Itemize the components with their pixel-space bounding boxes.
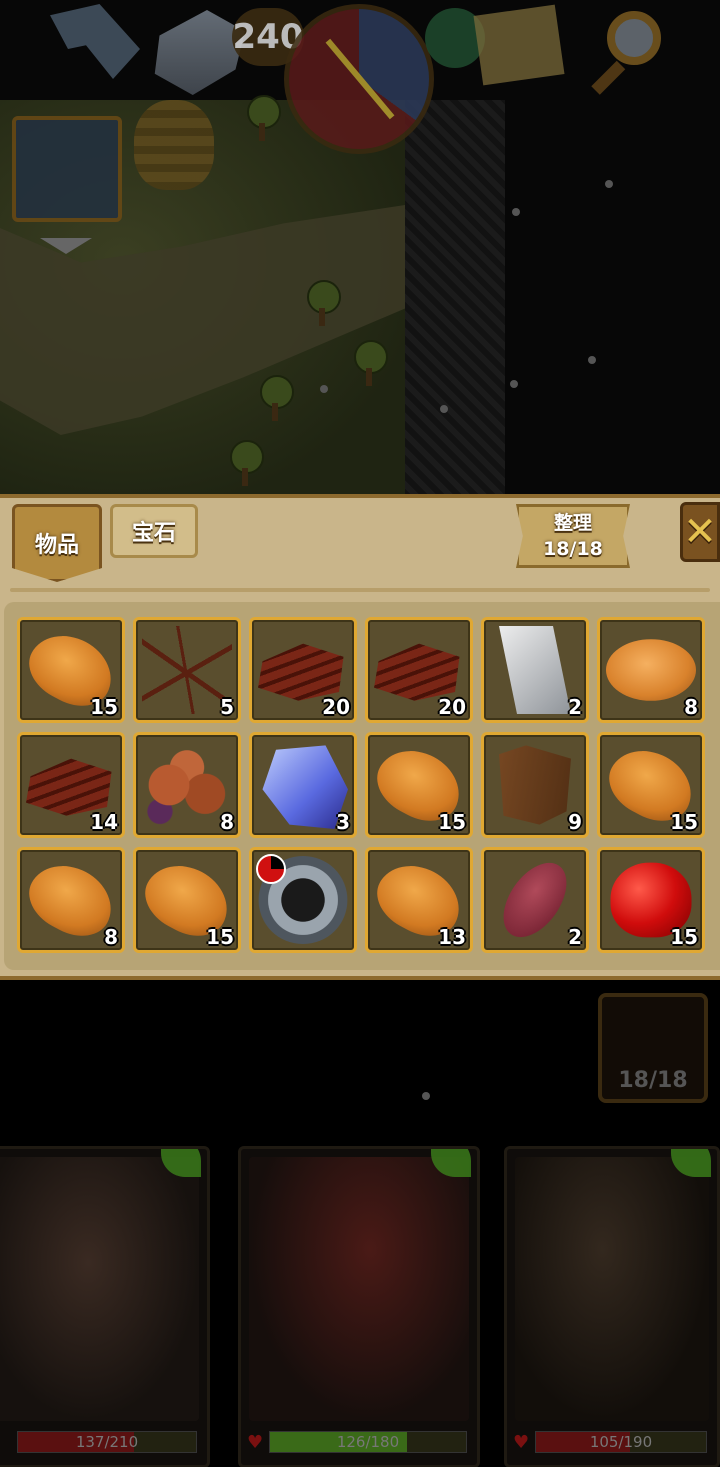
item-quantity: 15	[670, 925, 698, 949]
bird-icon[interactable]	[50, 4, 140, 79]
snowflake	[512, 208, 520, 216]
inventory-slot[interactable]: 2	[481, 617, 589, 723]
hammer-icon[interactable]	[154, 10, 245, 95]
item-quantity: 14	[90, 810, 118, 834]
item-quantity: 20	[322, 695, 350, 719]
party-leader-portrait[interactable]	[12, 116, 122, 222]
item-quantity: 20	[438, 695, 466, 719]
inventory-slot[interactable]: 8	[133, 732, 241, 838]
item-quantity: 15	[438, 810, 466, 834]
bag-button[interactable]: 18/18	[598, 993, 708, 1103]
rogue-portrait	[249, 1157, 469, 1421]
inventory-slot[interactable]: 9	[481, 732, 589, 838]
inventory-slot[interactable]: 8	[17, 847, 125, 953]
compass-needle	[325, 38, 395, 120]
warrior-portrait	[0, 1157, 199, 1421]
hp-bar: 137/210	[17, 1431, 197, 1453]
item-quantity: 15	[670, 810, 698, 834]
snowflake	[588, 356, 596, 364]
snowflake	[605, 180, 613, 188]
snowflake	[440, 405, 448, 413]
tree	[352, 340, 388, 388]
close-button[interactable]: ✕	[680, 502, 720, 562]
item-quantity: 8	[220, 810, 234, 834]
snowflake	[422, 1092, 430, 1100]
inventory-slot[interactable]: 15	[17, 617, 125, 723]
crystal-icon	[262, 745, 348, 829]
inventory-slot[interactable]	[249, 847, 357, 953]
inventory-slot[interactable]: 20	[249, 617, 357, 723]
inventory-panel: 物品 宝石 整理 18/18 ✕ 15 5 20 20 2 8 14 8 3 15 9 15 8 15 13…	[0, 494, 720, 980]
map-icon[interactable]	[473, 4, 565, 86]
hero-card-rogue[interactable]: ♥ 126/180	[238, 1146, 480, 1467]
leather-icon	[499, 745, 571, 825]
beehive[interactable]	[134, 100, 214, 190]
inventory-slot[interactable]: 15	[597, 732, 705, 838]
game-map[interactable]: 240	[0, 0, 720, 497]
hp-text: 105/190	[589, 1433, 653, 1451]
inventory-slot[interactable]: 15	[365, 732, 473, 838]
hunter-portrait	[515, 1157, 709, 1421]
tree	[258, 375, 294, 423]
item-quantity: 13	[438, 925, 466, 949]
ore-icon	[142, 741, 232, 829]
chevron-down-icon[interactable]	[40, 238, 92, 254]
inventory-slot[interactable]: 15	[597, 847, 705, 953]
inventory-slot[interactable]: 13	[365, 847, 473, 953]
close-icon: ✕	[683, 509, 717, 555]
search-icon[interactable]	[585, 5, 665, 95]
inventory-slot[interactable]: 15	[133, 847, 241, 953]
tree	[228, 440, 264, 488]
tab-gems[interactable]: 宝石	[110, 504, 198, 558]
inventory-slot[interactable]: 20	[365, 617, 473, 723]
rock-wall	[405, 100, 505, 497]
tree	[305, 280, 341, 328]
hp-bar: 105/190	[535, 1431, 707, 1453]
tab-items[interactable]: 物品	[12, 504, 102, 582]
bun-icon	[606, 639, 696, 701]
heart-icon: ♥	[513, 1432, 530, 1453]
snowflake	[510, 380, 518, 388]
tree	[245, 95, 281, 143]
inventory-slot[interactable]: 8	[597, 617, 705, 723]
hp-text: 126/180	[336, 1433, 400, 1451]
magnifier-lens	[607, 11, 661, 65]
hp-bar: 126/180	[269, 1431, 467, 1453]
item-quantity: 5	[220, 695, 234, 719]
iron-ingot-icon	[499, 626, 571, 714]
cooldown-icon	[256, 854, 286, 884]
item-quantity: 9	[568, 810, 582, 834]
inventory-slot[interactable]: 2	[481, 847, 589, 953]
snowflake	[320, 385, 328, 393]
sort-button[interactable]: 整理 18/18	[516, 504, 630, 568]
bag-capacity: 18/18	[618, 1068, 688, 1093]
inventory-slot[interactable]: 5	[133, 617, 241, 723]
item-quantity: 2	[568, 925, 582, 949]
compass-icon[interactable]	[284, 4, 434, 154]
item-quantity: 2	[568, 695, 582, 719]
item-quantity: 3	[336, 810, 350, 834]
item-quantity: 8	[684, 695, 698, 719]
branch-icon	[142, 626, 232, 714]
magnifier-handle	[591, 60, 626, 95]
item-quantity: 15	[206, 925, 234, 949]
sweet-potato-icon	[490, 851, 580, 949]
inventory-slot[interactable]: 3	[249, 732, 357, 838]
hero-card-warrior[interactable]: 137/210	[0, 1146, 210, 1467]
hp-text: 137/210	[75, 1433, 139, 1451]
heart-icon: ♥	[247, 1432, 264, 1453]
inventory-capacity: 18/18	[543, 538, 603, 560]
sort-button-label: 整理	[553, 512, 592, 534]
inventory-slot[interactable]: 14	[17, 732, 125, 838]
divider	[10, 588, 710, 592]
item-quantity: 15	[90, 695, 118, 719]
item-quantity: 8	[104, 925, 118, 949]
hero-card-hunter[interactable]: ♥ 105/190	[504, 1146, 720, 1467]
